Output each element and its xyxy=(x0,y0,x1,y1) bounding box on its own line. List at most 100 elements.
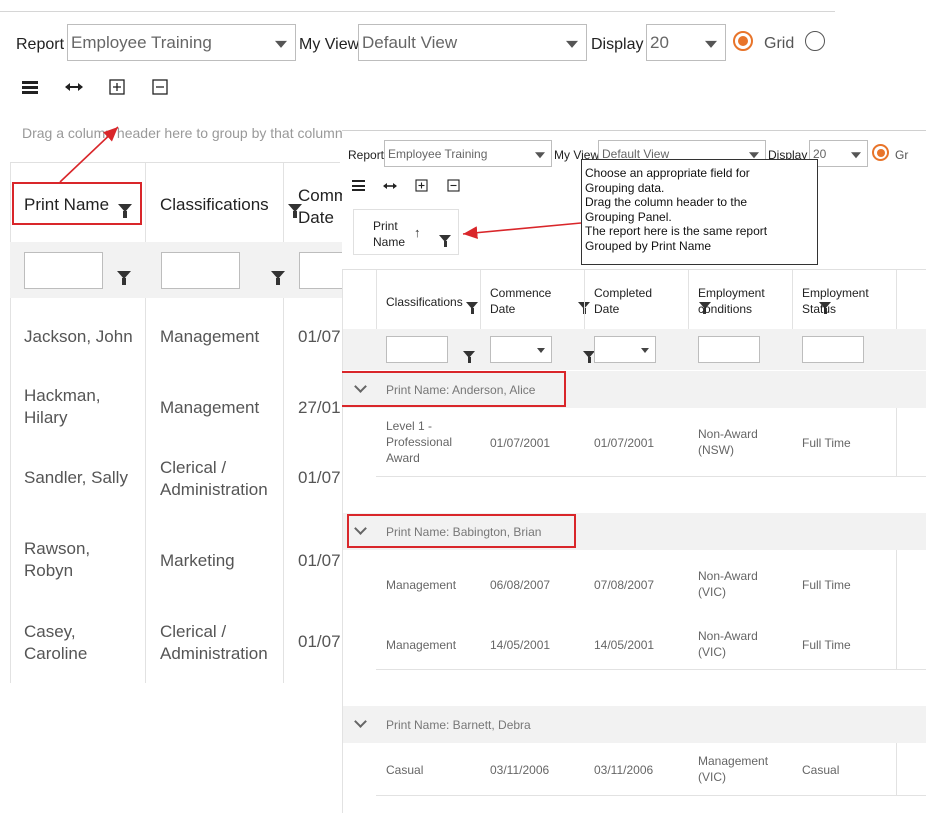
table-cell: Full Time xyxy=(802,578,851,592)
report-label: Report xyxy=(348,148,385,162)
callout-line: The report here is the same report xyxy=(585,224,768,238)
radio-dot xyxy=(876,148,885,157)
chevron-down-icon[interactable] xyxy=(354,715,367,728)
callout-line: Grouping Panel. xyxy=(585,209,672,224)
table-cell: 14/05/2001 xyxy=(490,638,551,652)
row-divider xyxy=(376,669,926,670)
table-cell: Management xyxy=(160,327,260,346)
callout-line: Grouped by Print Name xyxy=(585,238,712,253)
table-cell: 14/05/2001 xyxy=(594,638,655,652)
expand-columns-icon[interactable] xyxy=(64,81,84,93)
filter-icon[interactable] xyxy=(439,235,451,247)
filter-icon[interactable] xyxy=(117,271,131,285)
column-header-commence-date[interactable]: Commence Date xyxy=(298,185,342,229)
grid-radio[interactable] xyxy=(872,144,889,161)
classifications-filter-input[interactable] xyxy=(161,252,240,289)
print-name-filter-input[interactable] xyxy=(24,252,103,289)
report-select[interactable]: Employee Training xyxy=(384,140,552,167)
column-divider xyxy=(896,743,897,795)
menu-icon[interactable] xyxy=(352,180,365,191)
column-header-employment-status[interactable]: Employment Status xyxy=(802,285,876,317)
table-cell: 03/11/2006 xyxy=(594,763,654,777)
callout-line: Grouping data. xyxy=(585,180,665,195)
highlight-group-header xyxy=(347,514,576,548)
table-cell: 06/08/2007 xyxy=(490,578,551,592)
chevron-down-icon xyxy=(275,40,287,48)
table-cell: Management xyxy=(386,578,457,592)
commence-filter-select[interactable] xyxy=(490,336,552,363)
back-filter-row xyxy=(10,242,359,298)
column-divider xyxy=(896,550,897,670)
classifications-filter-input[interactable] xyxy=(386,336,448,363)
table-cell: Rawson, Robyn xyxy=(24,539,91,580)
chevron-down-icon xyxy=(705,40,717,48)
report-select-value: Employee Training xyxy=(71,32,212,52)
sort-ascending-icon[interactable]: ↑ xyxy=(414,225,421,240)
grouped-column-chip[interactable]: Print Name ↑ xyxy=(353,209,459,255)
collapse-all-icon[interactable] xyxy=(152,79,168,95)
chevron-down-icon xyxy=(851,151,861,158)
grid-radio[interactable] xyxy=(733,31,753,51)
callout-box: Choose an appropriate field for Grouping… xyxy=(581,159,818,265)
table-cell: Full Time xyxy=(802,638,851,652)
conditions-filter-input[interactable] xyxy=(698,336,760,363)
group-header[interactable]: Print Name: Barnett, Debra xyxy=(342,706,926,743)
highlight-group-header xyxy=(342,371,566,407)
table-cell: 27/01 xyxy=(298,398,341,417)
chevron-down-icon xyxy=(537,348,545,353)
table-cell: Hackman, Hilary xyxy=(24,386,101,427)
table-cell: Sandler, Sally xyxy=(24,468,128,487)
radio-dot xyxy=(738,36,748,46)
list-radio[interactable] xyxy=(805,31,825,51)
highlight-print-name-header xyxy=(12,182,142,225)
display-select[interactable]: 20 xyxy=(646,24,726,61)
table-cell: Casual xyxy=(386,763,424,777)
table-cell: Full Time xyxy=(802,436,851,450)
table-cell: Jackson, John xyxy=(24,327,133,346)
collapse-all-icon[interactable] xyxy=(447,179,460,192)
table-cell: 07/08/2007 xyxy=(594,578,655,592)
filter-icon[interactable] xyxy=(463,351,475,363)
display-label: Display xyxy=(591,36,644,53)
expand-all-icon[interactable] xyxy=(415,179,428,192)
my-view-label: My View xyxy=(299,36,360,53)
filter-icon[interactable] xyxy=(271,271,286,285)
table-cell: 01/07 xyxy=(298,468,341,487)
table-cell: Non-Award (NSW) xyxy=(698,427,758,457)
column-header-commence-date[interactable]: Commence Date xyxy=(490,285,556,317)
my-view-select[interactable]: Default View xyxy=(358,24,587,61)
group-panel-hint[interactable]: Drag a column header here to group by th… xyxy=(22,125,342,143)
completed-filter-select[interactable] xyxy=(594,336,656,363)
expand-all-icon[interactable] xyxy=(109,79,125,95)
group-title: Print Name: Barnett, Debra xyxy=(386,718,531,732)
status-filter-input[interactable] xyxy=(802,336,864,363)
column-header-classifications[interactable]: Classifications xyxy=(160,195,269,215)
expand-columns-icon[interactable] xyxy=(382,181,398,191)
table-cell: Management (VIC) xyxy=(698,754,769,784)
table-cell: Casual xyxy=(802,763,840,777)
header-top-border xyxy=(342,269,926,270)
column-header-classifications[interactable]: Classifications xyxy=(386,294,463,310)
column-header-employment-conditions[interactable]: Employment conditions xyxy=(698,285,772,317)
table-cell: Level 1 - Professional Award xyxy=(386,419,453,465)
chevron-down-icon xyxy=(749,151,759,158)
chevron-down-icon xyxy=(535,151,545,158)
row-divider xyxy=(376,795,926,796)
report-select[interactable]: Employee Training xyxy=(67,24,296,61)
report-select-value: Employee Training xyxy=(388,146,488,161)
menu-icon[interactable] xyxy=(22,80,38,94)
column-divider xyxy=(376,270,377,330)
table-cell: Casey, Caroline xyxy=(24,622,88,663)
callout-line: Choose an appropriate field for xyxy=(585,166,750,180)
table-cell: Non-Award (VIC) xyxy=(698,629,758,659)
callout-text: Choose an appropriate field for Grouping… xyxy=(585,166,767,253)
column-header-completed-date[interactable]: Completed Date xyxy=(594,285,660,317)
chevron-down-icon xyxy=(641,348,649,353)
back-grid-body: Jackson, John Management 01/07 Hackman, … xyxy=(10,298,342,683)
table-cell: Clerical / Administration xyxy=(160,622,268,663)
table-cell: 01/07 xyxy=(298,327,341,346)
table-cell: 01/07 xyxy=(298,551,341,570)
table-cell: 01/07 xyxy=(298,632,341,651)
chevron-down-icon xyxy=(566,40,578,48)
filter-icon[interactable] xyxy=(466,302,478,314)
